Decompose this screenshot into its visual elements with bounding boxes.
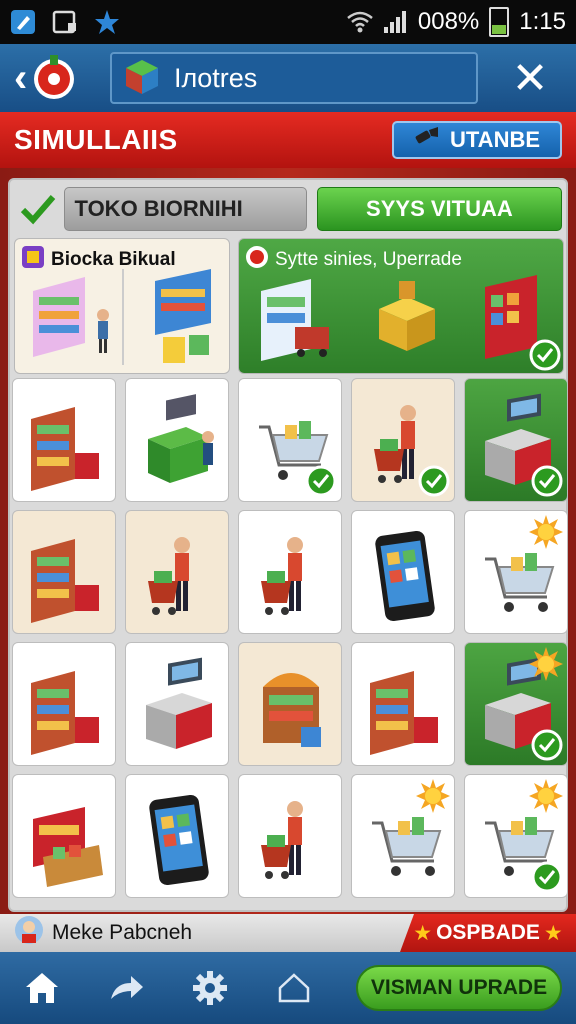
update-button-label: UTANBE [449, 127, 541, 152]
back-button[interactable]: ‹ [0, 44, 110, 112]
section-title: SIMULLAIIS [14, 124, 178, 155]
tab-bar: TOKO BIORNIHI SYYS VITUAA [18, 186, 562, 232]
nav-share[interactable] [84, 952, 168, 1024]
grid-tile[interactable] [464, 642, 568, 766]
section-header: SIMULLAIIS UTANBE [0, 112, 576, 168]
star-icon: ★ [413, 921, 433, 945]
shopper-icon [261, 537, 303, 615]
close-button[interactable]: ✕ [496, 44, 564, 112]
update-button[interactable]: UTANBE [392, 121, 562, 159]
gear-icon [193, 971, 227, 1005]
shopper-icon [261, 801, 303, 879]
grid-tile[interactable] [238, 378, 342, 502]
check-badge-icon [531, 861, 563, 893]
check-badge-icon [305, 465, 337, 497]
chevron-left-icon: ‹ [14, 56, 28, 100]
grid-tile[interactable] [12, 774, 116, 898]
grid-tile[interactable] [12, 378, 116, 502]
check-badge-icon [418, 465, 450, 497]
rank-label: OSPBADE [436, 921, 540, 944]
upgrade-cta-button[interactable]: VISMAN UPRADE [356, 965, 562, 1011]
grid-tile[interactable] [238, 774, 342, 898]
crate-icon [33, 807, 103, 887]
register-icon [146, 657, 212, 749]
grid-tile[interactable] [238, 510, 342, 634]
item-panel: TOKO BIORNIHI SYYS VITUAA Biocka Bikual [8, 178, 568, 912]
sun-icon [529, 515, 563, 549]
shelf-icon [31, 407, 99, 491]
upgrade-items-illustration [261, 275, 561, 371]
bottom-nav: VISMAN UPRADE [0, 952, 576, 1024]
flashlight-icon [414, 127, 440, 153]
stall-icon [263, 673, 321, 747]
featured-card-1[interactable]: Biocka Bikual [14, 238, 230, 374]
grid-tile[interactable] [125, 510, 229, 634]
battery-icon [489, 7, 510, 37]
battery-percent: 008% [417, 8, 480, 35]
grid-tile[interactable] [351, 510, 455, 634]
user-name: Meke Pabcneh [52, 921, 193, 944]
rank-badge[interactable]: ★ OSPBADE ★ [400, 914, 576, 952]
store-box-icon [122, 56, 162, 101]
checkmark-icon [18, 189, 58, 229]
sun-icon [529, 779, 563, 813]
clock: 1:15 [519, 8, 566, 35]
grid-tile[interactable] [125, 642, 229, 766]
phone-icon [375, 530, 435, 622]
nav-settings[interactable] [168, 952, 252, 1024]
grid-tile[interactable] [12, 510, 116, 634]
signal-icon [382, 9, 408, 35]
window-icon [52, 9, 78, 35]
nav-home[interactable] [0, 952, 84, 1024]
pen-icon [10, 9, 36, 35]
check-badge-icon [531, 465, 563, 497]
grid-tile[interactable] [351, 378, 455, 502]
grid-tile[interactable] [125, 774, 229, 898]
tab-syys[interactable]: SYYS VITUAA [316, 187, 562, 231]
shopper-icon [148, 537, 190, 615]
shelf-icon [31, 671, 99, 755]
share-icon [111, 976, 143, 999]
home-icon [26, 973, 58, 1003]
title-field[interactable]: Iлotres [110, 52, 478, 104]
close-icon: ✕ [511, 53, 549, 103]
content-frame: TOKO BIORNIHI SYYS VITUAA Biocka Bikual [0, 168, 576, 914]
star-icon [94, 9, 120, 35]
status-bar: 008% 1:15 [0, 0, 576, 44]
check-badge-icon [531, 729, 563, 761]
sun-icon [529, 647, 563, 681]
tab-toko[interactable]: TOKO BIORNIHI [63, 187, 307, 231]
info-bar: Meke Pabcneh ★ OSPBADE ★ [0, 914, 576, 952]
grid-tile[interactable] [464, 510, 568, 634]
star-icon: ★ [543, 921, 563, 945]
store-shelves-illustration [33, 269, 211, 365]
app-bar: ‹ Iлotres ✕ [0, 44, 576, 112]
grid-tile[interactable] [238, 642, 342, 766]
wifi-icon [346, 9, 373, 35]
app-logo-icon [31, 51, 77, 106]
avatar [14, 915, 44, 951]
phone-icon [149, 794, 209, 886]
grid-tile[interactable] [464, 378, 568, 502]
nav-house[interactable] [252, 952, 336, 1024]
featured-card-2[interactable]: Sytte sinies, Uperrade [238, 238, 564, 374]
sun-icon [416, 779, 450, 813]
page-title: Iлotres [174, 62, 258, 93]
grid-tile[interactable] [351, 774, 455, 898]
house-outline-icon [278, 973, 310, 1003]
user-info[interactable]: Meke Pabcneh [0, 915, 192, 951]
grid-tile[interactable] [12, 642, 116, 766]
item-grid [12, 378, 568, 906]
grid-tile[interactable] [464, 774, 568, 898]
shelf-icon [370, 671, 438, 755]
grid-tile[interactable] [351, 642, 455, 766]
shelf-icon [31, 539, 99, 623]
kiosk-icon [148, 394, 214, 483]
grid-tile[interactable] [125, 378, 229, 502]
